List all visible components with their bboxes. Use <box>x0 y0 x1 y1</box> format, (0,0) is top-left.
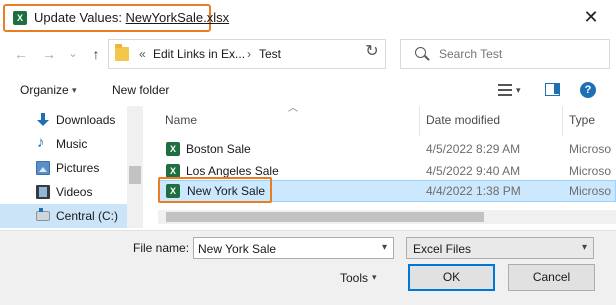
file-name: Boston Sale <box>186 142 251 156</box>
sidebar-item-label: Downloads <box>56 113 116 127</box>
excel-file-icon: X <box>166 164 180 178</box>
search-input[interactable] <box>439 45 599 63</box>
sidebar-item-music[interactable]: Music <box>0 132 143 156</box>
scrollbar-thumb[interactable] <box>129 166 141 184</box>
close-button[interactable]: ✕ <box>580 7 602 29</box>
up-arrow-icon[interactable]: ↑ <box>87 45 105 63</box>
navigation-bar: ← → ⌄ ↑ « Edit Links in Ex... › Test ▾ ↻ <box>0 36 616 72</box>
download-icon <box>36 113 50 127</box>
sidebar-item-pictures[interactable]: Pictures <box>0 156 143 180</box>
title-prefix: Update Values: <box>34 10 126 25</box>
chevron-down-icon: ▾ <box>581 242 587 253</box>
videos-icon <box>36 185 50 199</box>
view-options-icon[interactable] <box>498 83 512 97</box>
column-header-type[interactable]: Type <box>569 113 595 127</box>
sidebar-item-label: Videos <box>56 185 93 199</box>
file-type-value: Excel Files <box>413 242 472 256</box>
sort-ascending-icon: ︿ <box>288 106 298 114</box>
ok-button[interactable]: OK <box>408 264 495 291</box>
new-folder-button[interactable]: New folder <box>112 83 169 97</box>
title-file-name: NewYorkSale.xlsx <box>125 10 230 25</box>
file-type: Microso <box>569 164 612 178</box>
tools-button[interactable]: Tools <box>340 271 368 285</box>
file-type: Microso <box>569 184 612 198</box>
chevron-down-icon[interactable]: ▾ <box>516 85 521 96</box>
chevron-down-icon: ▾ <box>72 85 77 95</box>
back-arrow-icon[interactable]: ← <box>12 45 30 63</box>
selected-file-highlight <box>158 177 272 203</box>
drive-icon <box>36 208 50 221</box>
organize-button[interactable]: Organize <box>20 83 69 97</box>
sidebar-scrollbar[interactable] <box>127 106 143 228</box>
file-name-value[interactable]: New York Sale <box>198 242 276 256</box>
search-box[interactable] <box>400 39 610 69</box>
music-icon <box>36 134 50 151</box>
sidebar-item-label: Pictures <box>56 161 100 175</box>
window-title: Update Values: NewYorkSale.xlsx <box>34 10 229 25</box>
help-icon[interactable]: ? <box>580 82 596 98</box>
breadcrumb-item[interactable]: Test <box>259 47 281 61</box>
sidebar-item-central-drive[interactable]: Central (C:) <box>0 204 143 228</box>
scrollbar-thumb[interactable] <box>166 212 484 222</box>
excel-icon: X <box>13 11 27 25</box>
file-name-label: File name: <box>133 241 190 255</box>
cancel-button[interactable]: Cancel <box>508 264 595 291</box>
recent-locations-icon[interactable]: ⌄ <box>64 45 82 63</box>
file-date: 4/4/2022 1:38 PM <box>426 184 521 198</box>
sidebar-item-videos[interactable]: Videos <box>0 180 143 204</box>
forward-arrow-icon[interactable]: → <box>40 45 58 63</box>
sidebar-item-downloads[interactable]: Downloads <box>0 108 143 132</box>
file-date: 4/5/2022 9:40 AM <box>426 164 521 178</box>
column-divider[interactable] <box>419 106 420 136</box>
dialog-footer: File name: New York Sale ▾ Excel Files ▾… <box>0 230 616 305</box>
column-header-name[interactable]: Name <box>165 113 197 127</box>
column-divider[interactable] <box>562 106 563 136</box>
chevron-down-icon[interactable]: ▾ <box>382 242 387 253</box>
preview-pane-icon[interactable] <box>545 83 560 96</box>
chevron-down-icon[interactable]: ▾ <box>372 272 377 283</box>
table-row[interactable]: X Boston Sale 4/5/2022 8:29 AM Microso <box>158 138 616 160</box>
navigation-pane: Downloads Music Pictures Videos Central … <box>0 106 143 228</box>
pictures-icon <box>36 161 50 175</box>
file-date: 4/5/2022 8:29 AM <box>426 142 521 156</box>
breadcrumb-item[interactable]: Edit Links in Ex... <box>153 47 245 61</box>
folder-icon <box>115 44 129 61</box>
title-bar: X Update Values: NewYorkSale.xlsx ✕ <box>0 0 616 36</box>
refresh-icon[interactable]: ↻ <box>360 40 384 64</box>
file-name-field[interactable]: New York Sale ▾ <box>193 237 394 259</box>
file-name: Los Angeles Sale <box>186 164 279 178</box>
search-icon <box>415 47 426 58</box>
excel-file-icon: X <box>166 142 180 156</box>
sidebar-item-label: Central (C:) <box>56 209 119 223</box>
toolbar: Organize ▾ New folder ▾ ? <box>0 75 616 105</box>
breadcrumb-separator-icon: › <box>247 47 251 61</box>
sidebar-item-label: Music <box>56 137 88 151</box>
address-bar[interactable]: « Edit Links in Ex... › Test ▾ <box>108 39 440 69</box>
overflow-chevron-icon[interactable]: « <box>139 47 146 61</box>
column-header-date-modified[interactable]: Date modified <box>426 113 500 127</box>
file-type: Microso <box>569 142 612 156</box>
file-type-select[interactable]: Excel Files ▾ <box>406 237 594 259</box>
file-list-scrollbar[interactable] <box>158 210 616 224</box>
